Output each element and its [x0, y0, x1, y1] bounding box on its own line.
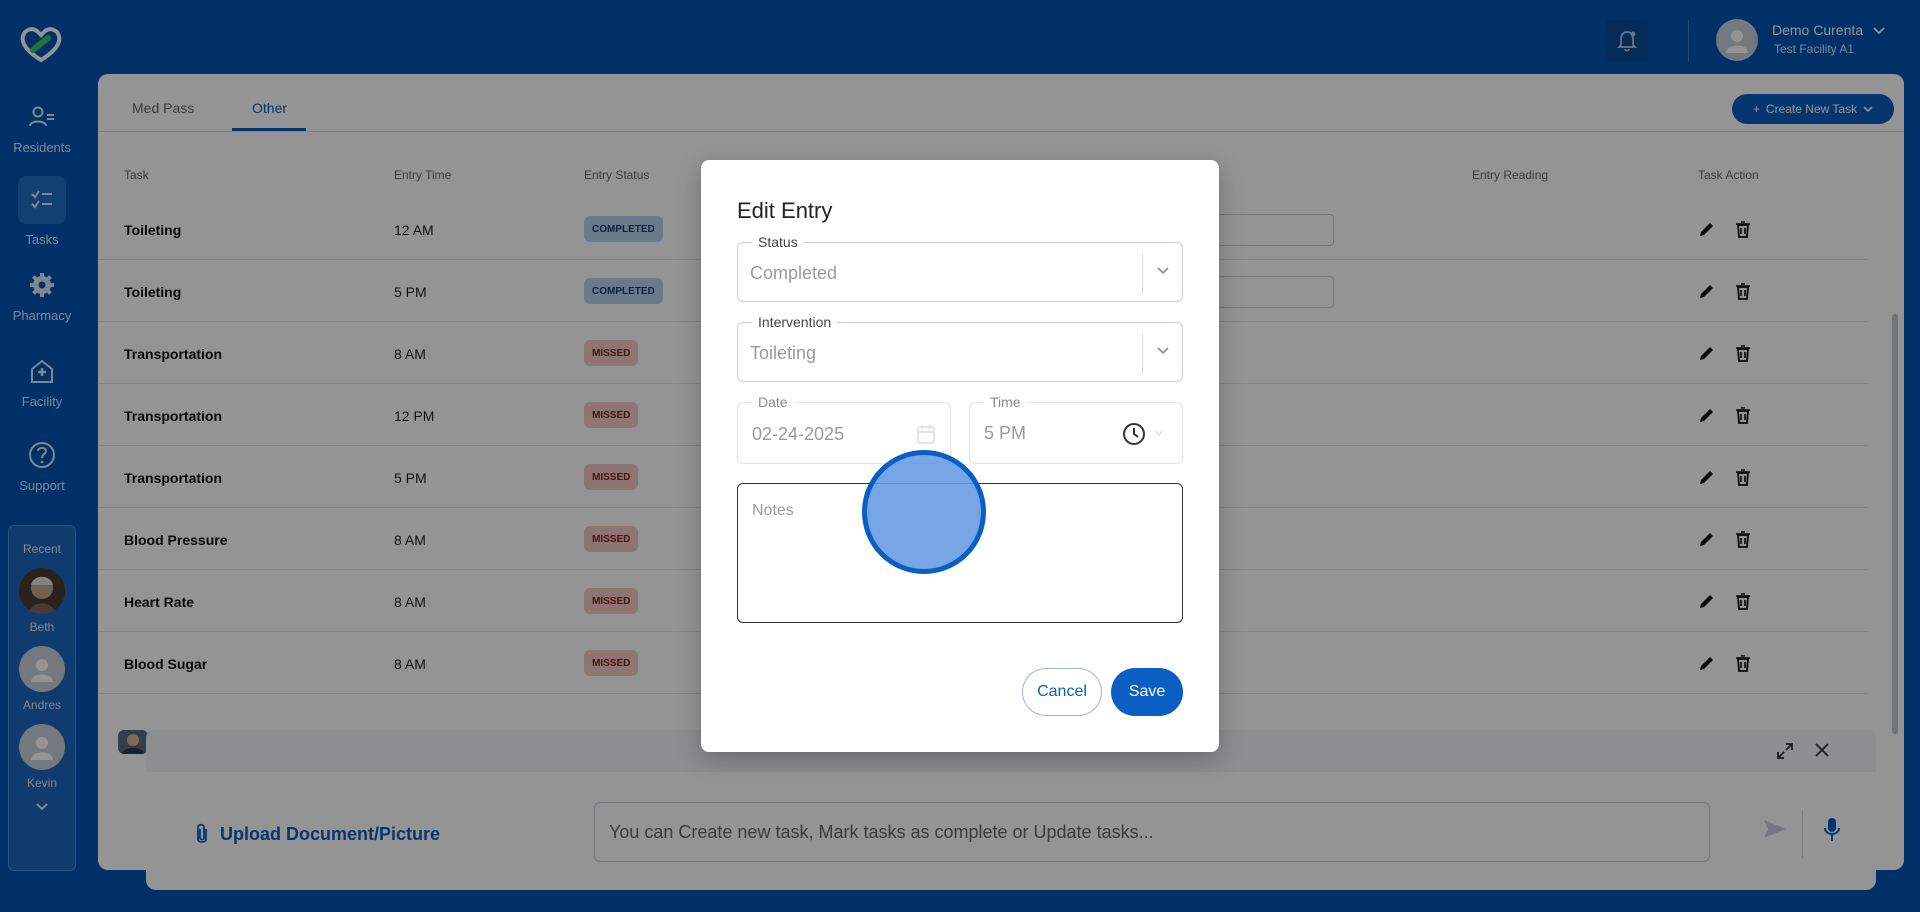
time-value: 5 PM [984, 423, 1027, 443]
select-separator [1142, 253, 1143, 293]
date-value: 02-24-2025 [752, 424, 845, 444]
cancel-button[interactable]: Cancel [1022, 668, 1102, 716]
edit-entry-dialog: Edit Entry Status Completed Intervention… [701, 160, 1219, 752]
time-field[interactable]: Time 5 PM [969, 394, 1183, 464]
notes-placeholder: Notes [752, 502, 794, 519]
time-label: Time [984, 394, 1027, 410]
status-label: Status [752, 234, 804, 250]
intervention-select[interactable]: Intervention Toileting [737, 314, 1183, 382]
intervention-label: Intervention [752, 314, 838, 330]
chevron-down-icon[interactable] [1155, 345, 1171, 357]
save-button[interactable]: Save [1111, 668, 1183, 716]
status-select[interactable]: Status Completed [737, 234, 1183, 302]
calendar-icon[interactable] [916, 423, 936, 445]
intervention-value: Toileting [750, 343, 817, 363]
tap-indicator [862, 450, 986, 574]
chevron-down-icon[interactable] [1154, 430, 1164, 438]
select-separator [1142, 333, 1143, 373]
status-value: Completed [750, 263, 838, 283]
clock-icon[interactable] [1122, 422, 1146, 446]
chevron-down-icon[interactable] [1155, 265, 1171, 277]
date-label: Date [752, 394, 794, 410]
dialog-title: Edit Entry [737, 198, 833, 223]
